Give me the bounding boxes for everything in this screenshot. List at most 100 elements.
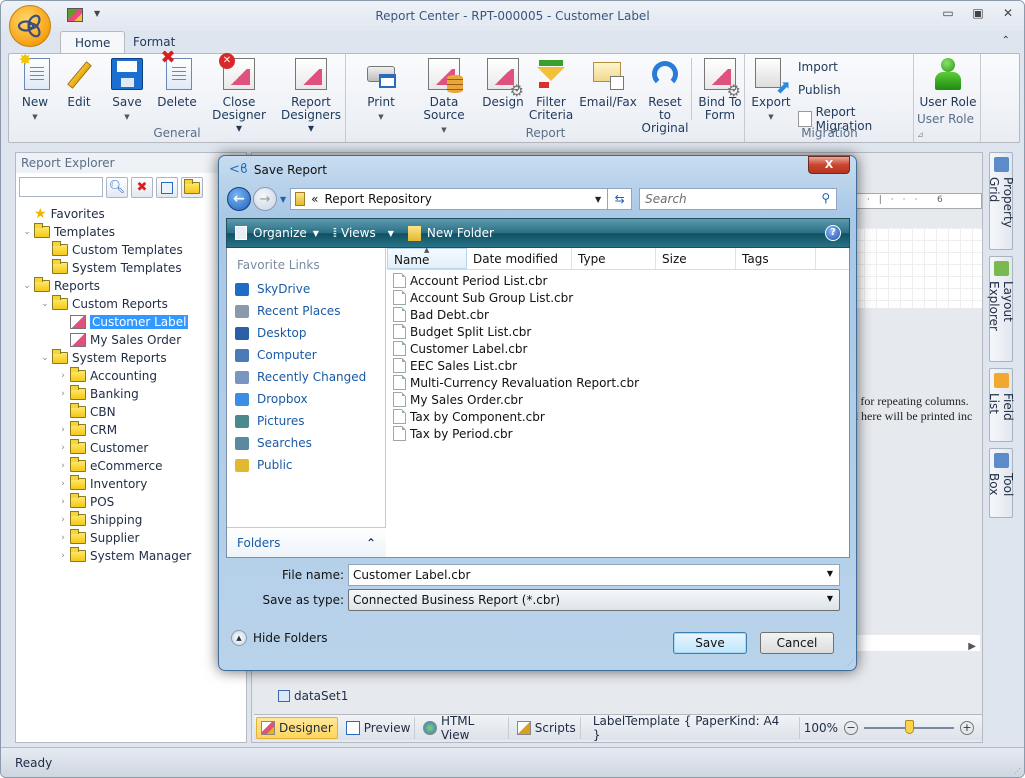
address-bar[interactable]: « Report Repository ▼ [290,188,609,210]
file-item[interactable]: Bad Debt.cbr [387,306,849,323]
tree-node[interactable]: Customer Label [16,313,246,331]
explorer-search-input[interactable] [19,177,103,197]
search-input[interactable]: Search ⚲ [639,188,838,210]
print-button[interactable]: Print ▼ [363,58,399,124]
address-dropdown-icon[interactable]: ▼ [595,195,601,204]
side-tab-field-list[interactable]: Field List [987,368,1015,442]
refresh-button[interactable]: ⇆ [608,188,633,210]
publish-button[interactable]: Publish [798,83,841,97]
favorite-link-desktop[interactable]: Desktop [227,322,385,344]
hide-folders-button[interactable]: ▲ Hide Folders [231,630,328,646]
folders-toggle[interactable]: Folders ⌃ [227,527,386,557]
collapse-chevron-icon[interactable]: ⌄ [40,299,50,309]
expand-chevron-icon[interactable]: › [58,479,68,489]
side-tab-tool-box[interactable]: Tool Box [987,448,1015,518]
tree-node[interactable]: ★ Favorites [16,205,246,223]
file-item[interactable]: EEC Sales List.cbr [387,357,849,374]
open-folder-button[interactable] [181,177,203,198]
favorite-link-pictures[interactable]: Pictures [227,410,385,432]
column-header-size[interactable]: Size [656,248,736,269]
expand-chevron-icon[interactable]: › [58,461,68,471]
tree-node[interactable]: ⌄ Custom Reports [16,295,246,313]
close-window-button[interactable]: ✕ [1000,6,1016,20]
filter-criteria-button[interactable]: Filter Criteria [529,58,573,122]
cancel-button[interactable]: Cancel [760,632,834,654]
collapse-chevron-icon[interactable]: ⌄ [22,281,32,291]
tree-node[interactable]: › Banking [16,385,246,403]
resize-grip[interactable]: ⋰ [1014,767,1021,775]
tree-node[interactable]: Custom Templates [16,241,246,259]
favorite-link-recently-changed[interactable]: Recently Changed [227,366,385,388]
expand-chevron-icon[interactable]: › [58,551,68,561]
scroll-right-icon[interactable]: ▶ [968,641,976,652]
tree-node[interactable]: ⌄ Templates [16,223,246,241]
tree-node[interactable]: My Sales Order [16,331,246,349]
side-tab-layout-explorer[interactable]: Layout Explorer [987,256,1015,362]
email-fax-button[interactable]: Email/Fax [579,58,637,109]
side-tab-property-grid[interactable]: Property Grid [987,152,1015,250]
favorite-link-recent-places[interactable]: Recent Places [227,300,385,322]
zoom-in-button[interactable]: + [960,720,974,735]
minimize-button[interactable]: ▭ [940,6,956,20]
delete-button[interactable]: ✖ Delete [157,49,197,109]
column-header-tags[interactable]: Tags [736,248,816,269]
reset-to-original-button[interactable]: Reset to Original [641,58,689,135]
tree-node[interactable]: ⌄ Reports [16,277,246,295]
file-item[interactable]: Tax by Period.cbr [387,425,849,442]
forward-button[interactable]: → [253,187,277,211]
column-header-date-modified[interactable]: Date modified [467,248,572,269]
file-item[interactable]: Multi-Currency Revaluation Report.cbr [387,374,849,391]
collapse-chevron-icon[interactable]: ⌄ [22,227,32,237]
import-button[interactable]: Import [798,60,838,74]
tree-node[interactable]: › Supplier [16,529,246,547]
tab-format[interactable]: Format [119,31,189,54]
dialog-resize-grip[interactable]: ⋰ [847,659,854,667]
restore-button[interactable]: ▣ [970,6,986,20]
expand-chevron-icon[interactable]: › [58,443,68,453]
tree-node[interactable]: › POS [16,493,246,511]
tree-node[interactable]: › Inventory [16,475,246,493]
new-folder-button[interactable]: New Folder [407,225,494,241]
zoom-slider[interactable] [864,719,954,734]
expand-chevron-icon[interactable]: › [58,371,68,381]
zoom-out-button[interactable]: − [844,720,858,735]
file-item[interactable]: Tax by Component.cbr [387,408,849,425]
design-button[interactable]: ⚙ Design [482,58,524,109]
column-header-type[interactable]: Type [572,248,656,269]
tab-preview[interactable]: Preview [342,716,416,739]
report-designers-button[interactable]: Report Designers ▾ [279,58,343,135]
close-designer-button[interactable]: ✕ Close Designer ▾ [211,53,267,135]
recent-locations-dropdown[interactable]: ▼ [280,195,286,204]
save-button[interactable]: Save ▼ [109,58,145,124]
application-menu-button[interactable] [9,5,51,47]
find-report-button[interactable] [156,177,178,198]
tree-node[interactable]: System Templates [16,259,246,277]
clear-search-button[interactable]: ✖ [131,177,153,198]
tab-html-view[interactable]: HTML View [419,714,509,742]
tree-node[interactable]: › Accounting [16,367,246,385]
export-button[interactable]: ⬈ Export ▼ [751,58,791,124]
tab-home[interactable]: Home [60,31,126,54]
edit-button[interactable]: Edit [61,58,97,109]
new-button[interactable]: ✸ New ▼ [17,52,53,124]
file-name-input[interactable]: Customer Label.cbr ▼ [348,564,840,586]
save-as-type-select[interactable]: Connected Business Report (*.cbr) ▼ [348,589,840,611]
back-button[interactable]: ← [227,187,251,211]
user-role-button[interactable]: User Role [919,58,977,109]
tree-node[interactable]: › CRM [16,421,246,439]
column-header-name[interactable]: Name ▲ [387,246,467,269]
collapse-ribbon-icon[interactable]: ⌃ [1002,35,1010,46]
file-item[interactable]: Account Sub Group List.cbr [387,289,849,306]
favorite-link-computer[interactable]: Computer [227,344,385,366]
expand-chevron-icon[interactable]: › [58,425,68,435]
tree-node[interactable]: › Shipping [16,511,246,529]
expand-chevron-icon[interactable]: › [58,533,68,543]
file-item[interactable]: Customer Label.cbr [387,340,849,357]
dataset-item[interactable]: dataSet1 [278,689,348,703]
expand-chevron-icon[interactable]: › [58,497,68,507]
expand-chevron-icon[interactable]: › [58,389,68,399]
views-button[interactable]: ⦙⦙⦙ Views ▼ [333,226,394,241]
tab-scripts[interactable]: Scripts [513,716,581,739]
collapse-chevron-icon[interactable]: ⌄ [40,353,50,363]
tab-designer[interactable]: Designer [256,716,338,739]
